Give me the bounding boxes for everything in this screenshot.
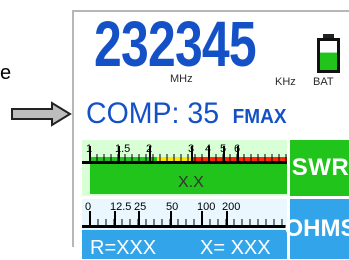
- battery-icon: [317, 34, 340, 73]
- ohms-tick-label: 0: [85, 201, 91, 213]
- unit-mhz-label: MHz: [170, 73, 193, 85]
- swr-button[interactable]: SWR: [290, 140, 349, 196]
- ohms-tick-label: 12.5: [110, 201, 131, 213]
- ohms-meter-row: 0 12.5 25 50 100 200 R=XXX X= XXX OHMS: [82, 199, 349, 259]
- swr-tick-label: 1: [86, 143, 92, 155]
- fmax-label: FMAX: [232, 106, 287, 128]
- ohms-tick-label: 200: [222, 201, 240, 213]
- swr-tick-label: 2: [146, 143, 152, 155]
- swr-value: X.X: [178, 174, 204, 191]
- swr-tick-label: 4: [205, 143, 211, 155]
- resistance-value: R=XXX: [90, 237, 157, 259]
- comp-readout: COMP: 35 FMAX: [86, 99, 287, 129]
- side-annotation-letter: e: [0, 62, 12, 84]
- swr-tick-label: 6: [234, 143, 240, 155]
- unit-bat-label: BAT: [313, 76, 334, 88]
- ohms-tick-label: 100: [197, 201, 215, 213]
- unit-khz-label: KHz: [275, 76, 296, 88]
- swr-tick-label: 1.5: [115, 143, 130, 155]
- comp-label: COMP:: [86, 97, 180, 130]
- ohms-meter-panel: 0 12.5 25 50 100 200 R=XXX X= XXX: [82, 199, 287, 259]
- swr-zone-green: [90, 157, 157, 161]
- reactance-value: X= XXX: [200, 237, 271, 259]
- swr-meter-panel: 1 1.5 2 3 4 5 6 X.X: [82, 140, 287, 196]
- swr-tick-label: 5: [220, 143, 226, 155]
- battery-fill: [320, 52, 337, 70]
- frequency-readout: 232345: [94, 8, 257, 80]
- swr-tick-label: 3: [188, 143, 194, 155]
- comp-value: 35: [187, 97, 220, 130]
- ohms-tick-label: 50: [166, 201, 178, 213]
- device-screen: 232345 MHz KHz BAT COMP: 35 FMAX 1 1.5 2 3 4…: [72, 8, 349, 259]
- ohms-tick-label: 25: [134, 201, 146, 213]
- swr-zone-red: [193, 157, 287, 161]
- pointer-arrow-icon: [11, 101, 72, 127]
- swr-meter-row: 1 1.5 2 3 4 5 6 X.X SWR: [82, 140, 349, 196]
- ohms-button[interactable]: OHMS: [285, 199, 349, 259]
